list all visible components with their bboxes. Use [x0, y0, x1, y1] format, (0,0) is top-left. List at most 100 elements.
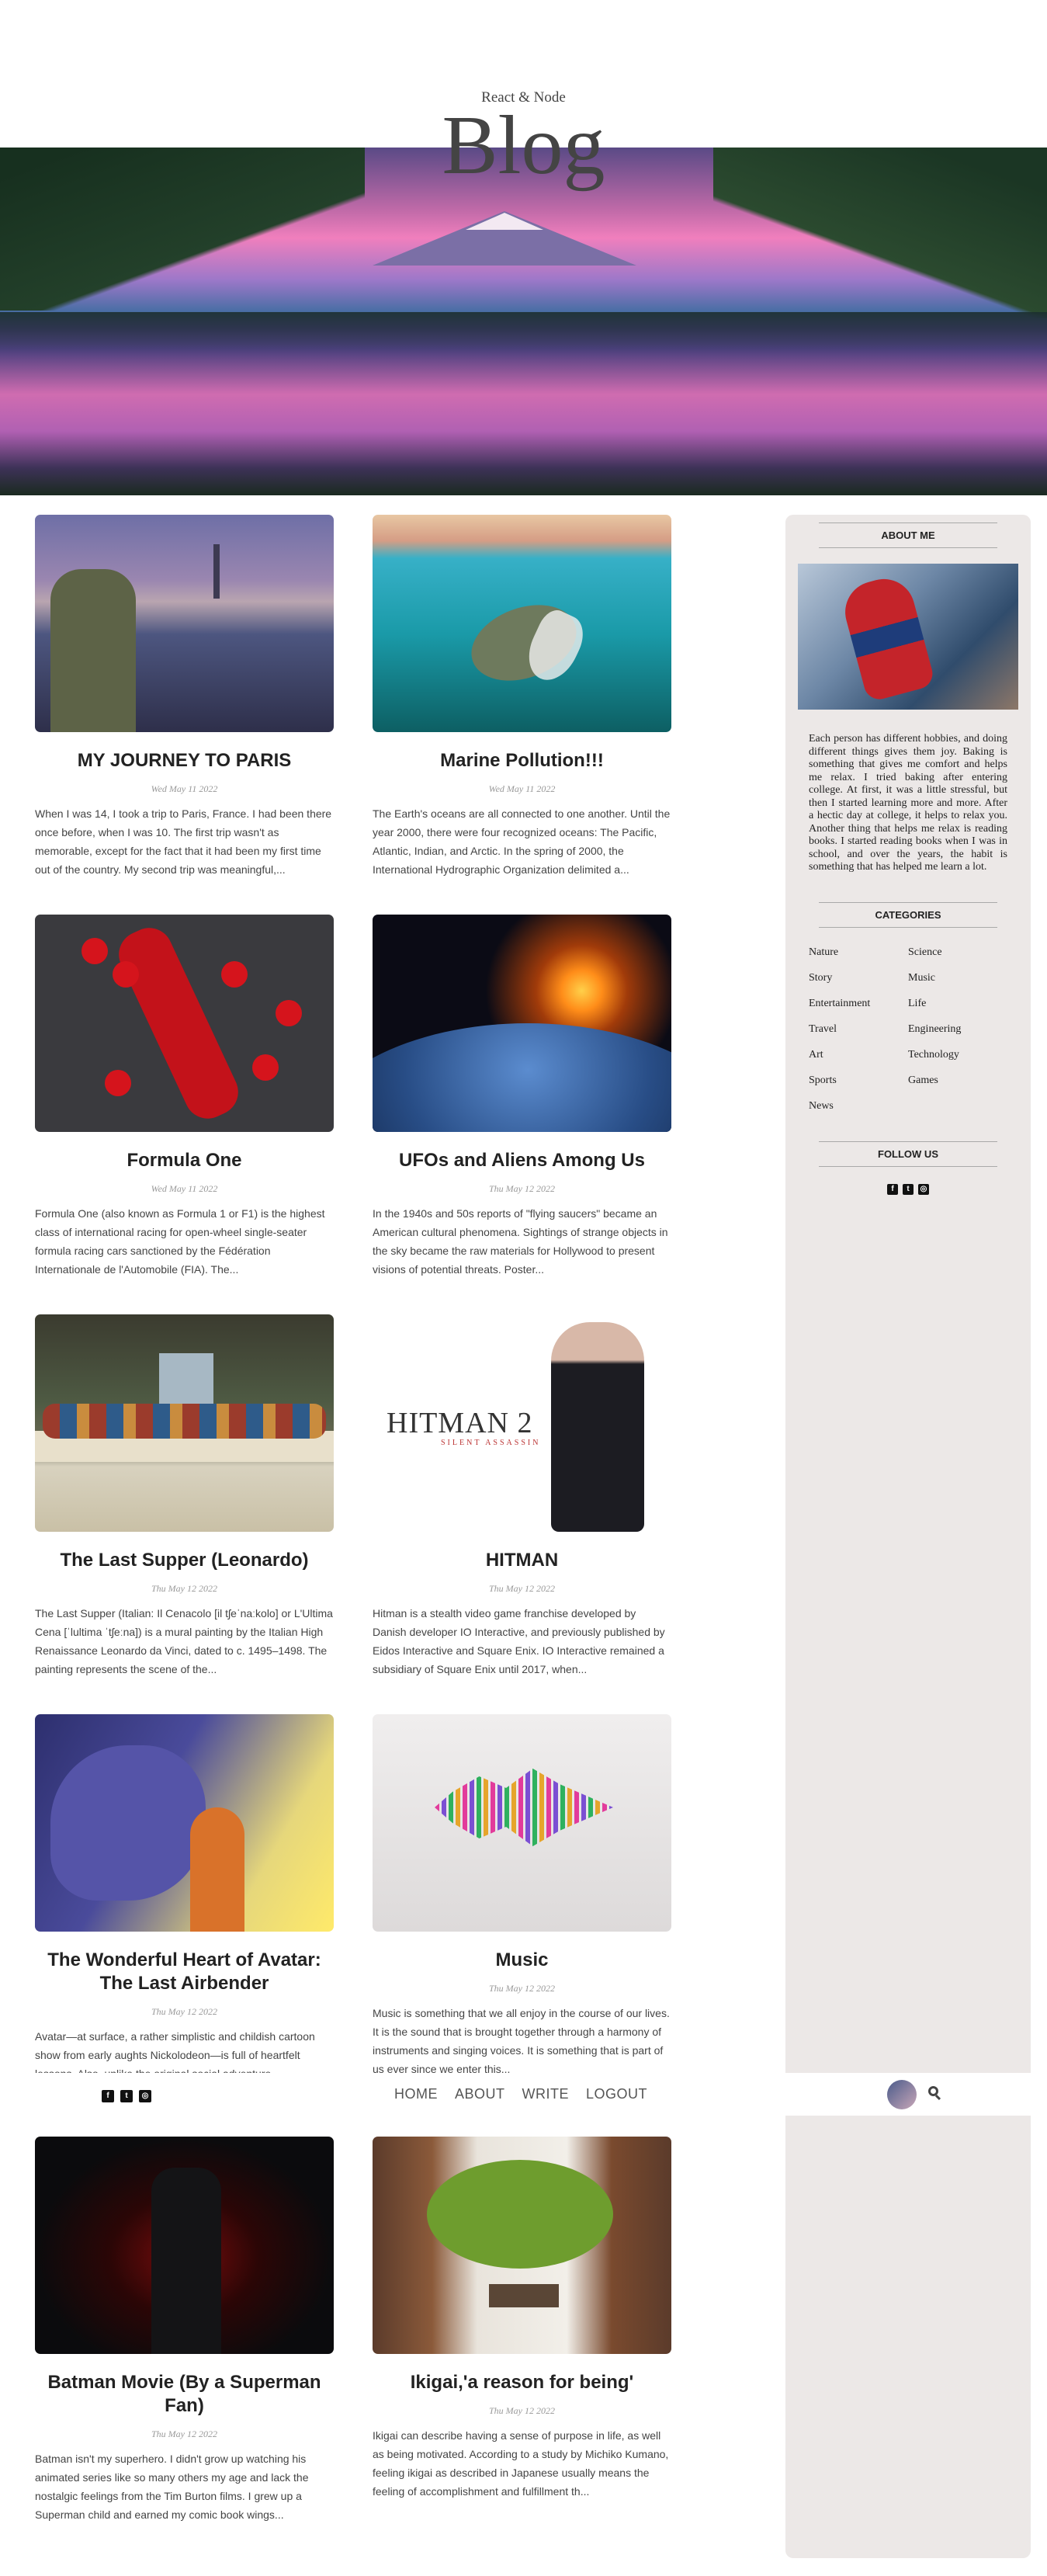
category-item[interactable]: Engineering	[908, 1022, 1007, 1036]
batman-shape	[151, 2168, 221, 2354]
post-title[interactable]: Music	[373, 1949, 671, 1972]
post-excerpt: The Earth's oceans are all connected to …	[373, 807, 671, 876]
post-image[interactable]	[373, 1714, 671, 1932]
dragon-shape	[50, 1745, 206, 1901]
post-excerpt: When I was 14, I took a trip to Paris, F…	[35, 807, 332, 876]
post-title[interactable]: HITMAN	[373, 1549, 671, 1572]
post-card[interactable]: Formula One Wed May 11 2022 Formula One …	[35, 915, 334, 1279]
category-list: Nature Science Story Music Entertainment…	[809, 945, 1007, 1113]
post-card[interactable]: MY JOURNEY TO PARIS Wed May 11 2022 When…	[35, 515, 334, 879]
instagram-icon[interactable]: ◎	[918, 1183, 929, 1195]
post-card[interactable]: UFOs and Aliens Among Us Thu May 12 2022…	[373, 915, 671, 1279]
avatar[interactable]	[887, 2080, 917, 2109]
category-item[interactable]: Music	[908, 970, 1007, 985]
sidebar-social: f t ◎	[785, 1181, 1031, 1195]
post-title[interactable]: Ikigai,'a reason for being'	[373, 2371, 671, 2394]
follow-title: FOLLOW US	[819, 1140, 997, 1167]
nav-write-link[interactable]: WRITE	[522, 2086, 570, 2102]
post-title[interactable]: The Wonderful Heart of Avatar: The Last …	[35, 1949, 334, 1995]
bonsai-pot-shape	[489, 2284, 559, 2307]
race-car-shape	[111, 920, 246, 1127]
post-excerpt: Ikigai can describe having a sense of pu…	[373, 2429, 669, 2498]
post-date: Thu May 12 2022	[489, 1183, 555, 1194]
hero-lake	[0, 312, 1047, 495]
post-title[interactable]: The Last Supper (Leonardo)	[35, 1549, 334, 1572]
nav-logout-link[interactable]: LOGOUT	[586, 2086, 647, 2102]
apostles-shape	[43, 1404, 326, 1439]
facebook-icon[interactable]: f	[102, 2090, 114, 2102]
post-image[interactable]	[35, 915, 334, 1132]
post-date: Thu May 12 2022	[489, 1583, 555, 1594]
twitter-icon[interactable]: t	[120, 2090, 133, 2102]
category-item[interactable]: Science	[908, 945, 1007, 960]
search-icon[interactable]	[928, 2086, 942, 2101]
category-item[interactable]: Technology	[908, 1047, 1007, 1062]
post-date: Thu May 12 2022	[489, 1983, 555, 1994]
hero-snow-peak	[466, 213, 543, 230]
instagram-icon[interactable]: ◎	[139, 2090, 151, 2102]
post-card[interactable]: Marine Pollution!!! Wed May 11 2022 The …	[373, 515, 671, 879]
aang-shape	[190, 1807, 244, 1932]
post-image[interactable]	[35, 515, 334, 732]
post-date: Thu May 12 2022	[151, 1583, 217, 1594]
categories-title: CATEGORIES	[819, 901, 997, 928]
category-item[interactable]: Games	[908, 1073, 1007, 1088]
post-card[interactable]: Music Thu May 12 2022 Music is something…	[373, 1714, 671, 2078]
post-title[interactable]: MY JOURNEY TO PARIS	[35, 749, 334, 772]
category-item[interactable]: Life	[908, 996, 1007, 1011]
facebook-icon[interactable]: f	[887, 1183, 898, 1195]
post-date: Thu May 12 2022	[151, 2006, 217, 2017]
category-item[interactable]: Story	[809, 970, 908, 985]
earth-shape	[373, 1023, 671, 1132]
tower-shape	[213, 544, 220, 599]
category-item[interactable]: News	[809, 1099, 908, 1113]
spider-man-shape	[838, 571, 936, 703]
nav-social: f t ◎	[99, 2088, 154, 2102]
agent-figure-shape	[551, 1322, 644, 1532]
nav-about-link[interactable]: ABOUT	[455, 2086, 505, 2102]
post-date: Thu May 12 2022	[151, 2428, 217, 2439]
post-excerpt: In the 1940s and 50s reports of "flying …	[373, 1207, 668, 1276]
post-excerpt: Hitman is a stealth video game franchise…	[373, 1607, 665, 1675]
about-title: ABOUT ME	[819, 522, 997, 548]
post-card[interactable]: HITMAN 2 SILENT ASSASSIN HITMAN Thu May …	[373, 1314, 671, 1679]
pit-crew-shape	[221, 961, 248, 988]
nav-home-link[interactable]: HOME	[394, 2086, 438, 2102]
post-title[interactable]: Marine Pollution!!!	[373, 749, 671, 772]
post-date: Wed May 11 2022	[151, 1183, 218, 1194]
site-header: React & Node Blog	[0, 87, 1047, 188]
pit-crew-shape	[252, 1054, 279, 1081]
post-card[interactable]: Batman Movie (By a Superman Fan) Thu May…	[35, 2137, 334, 2524]
post-date: Wed May 11 2022	[488, 783, 556, 794]
hitman-logo-art: HITMAN 2	[387, 1407, 533, 1439]
post-image[interactable]	[35, 1314, 334, 1532]
category-item[interactable]: Entertainment	[809, 996, 908, 1011]
post-excerpt: The Last Supper (Italian: Il Cenacolo [i…	[35, 1607, 333, 1675]
hitman-logo-subtitle-art: SILENT ASSASSIN	[441, 1439, 541, 1447]
hero-image	[0, 148, 1047, 495]
sidebar: ABOUT ME Each person has different hobbi…	[785, 515, 1031, 2558]
pit-crew-shape	[105, 1070, 131, 1096]
post-image[interactable]: HITMAN 2 SILENT ASSASSIN	[373, 1314, 671, 1532]
post-image[interactable]	[373, 2137, 671, 2354]
post-card[interactable]: The Wonderful Heart of Avatar: The Last …	[35, 1714, 334, 2102]
category-item[interactable]: Nature	[809, 945, 908, 960]
post-card[interactable]: The Last Supper (Leonardo) Thu May 12 20…	[35, 1314, 334, 1679]
post-image[interactable]	[373, 915, 671, 1132]
post-title[interactable]: UFOs and Aliens Among Us	[373, 1149, 671, 1172]
bonsai-crown-shape	[427, 2160, 613, 2269]
twitter-icon[interactable]: t	[903, 1183, 914, 1195]
post-image[interactable]	[373, 515, 671, 732]
category-item[interactable]: Art	[809, 1047, 908, 1062]
post-image[interactable]	[35, 1714, 334, 1932]
post-title[interactable]: Batman Movie (By a Superman Fan)	[35, 2371, 334, 2418]
post-date: Thu May 12 2022	[489, 2405, 555, 2416]
post-image[interactable]	[35, 2137, 334, 2354]
post-title[interactable]: Formula One	[35, 1149, 334, 1172]
sound-wave-shape	[435, 1769, 613, 1846]
category-item[interactable]: Travel	[809, 1022, 908, 1036]
pit-crew-shape	[113, 961, 139, 988]
category-item[interactable]: Sports	[809, 1073, 908, 1088]
post-card[interactable]: Ikigai,'a reason for being' Thu May 12 2…	[373, 2137, 671, 2501]
about-image	[798, 564, 1018, 710]
